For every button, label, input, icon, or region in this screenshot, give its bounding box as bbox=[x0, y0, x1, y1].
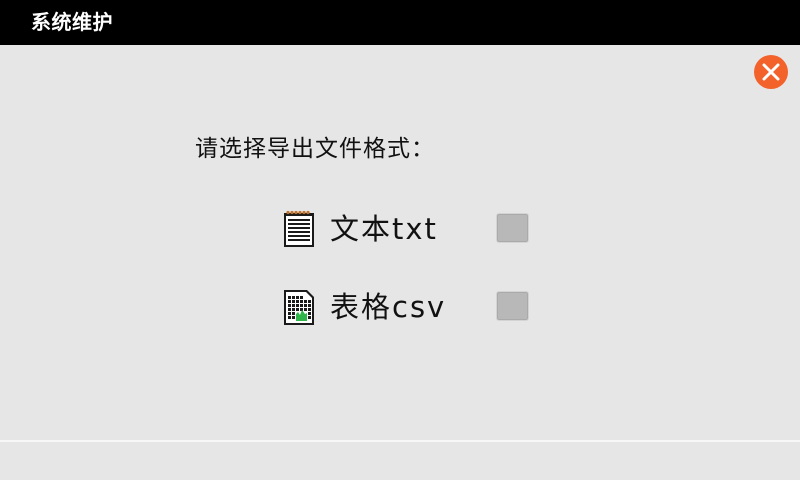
option-csv-label: 表格csv bbox=[330, 290, 447, 324]
export-format-prompt: 请选择导出文件格式： bbox=[195, 136, 435, 162]
window-title: 系统维护 bbox=[31, 10, 113, 34]
option-txt[interactable]: 文本txt bbox=[283, 209, 543, 249]
close-button[interactable] bbox=[754, 55, 788, 89]
notepad-icon bbox=[283, 210, 315, 248]
option-txt-label: 文本txt bbox=[330, 212, 438, 246]
option-csv[interactable]: 表格csv bbox=[283, 287, 543, 327]
title-bar: 系统维护 bbox=[0, 0, 800, 45]
spreadsheet-icon bbox=[283, 288, 315, 326]
txt-checkbox[interactable] bbox=[496, 213, 529, 243]
footer-divider bbox=[0, 440, 800, 442]
csv-checkbox[interactable] bbox=[496, 291, 529, 321]
close-icon bbox=[762, 63, 780, 81]
